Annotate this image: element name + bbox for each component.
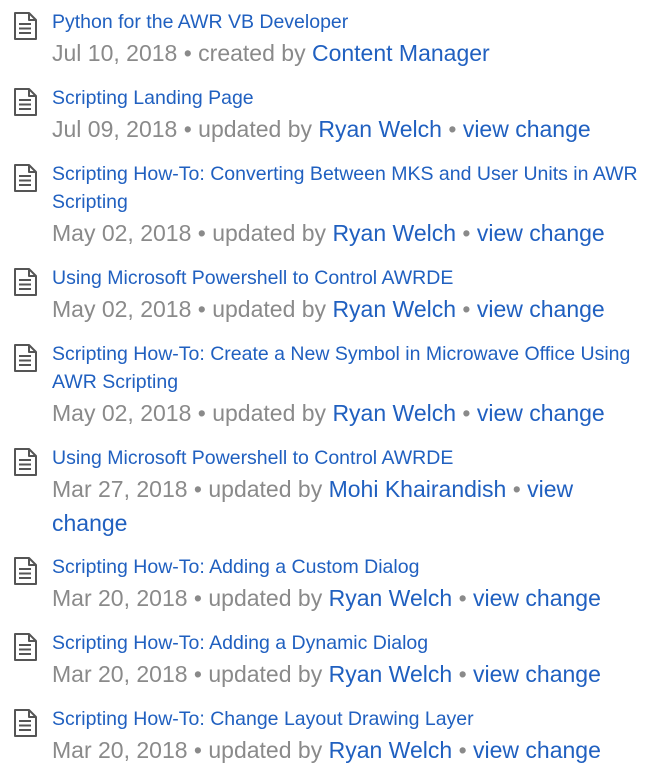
item-date: Jul 09, 2018 xyxy=(52,116,178,142)
separator: • xyxy=(458,737,467,763)
item-meta: Mar 20, 2018 • updated by Ryan Welch • v… xyxy=(52,733,651,767)
user-link[interactable]: Content Manager xyxy=(312,40,490,66)
user-link[interactable]: Ryan Welch xyxy=(329,661,453,687)
list-item: Using Microsoft Powershell to Control AW… xyxy=(0,444,651,540)
list-item: Scripting How-To: Create a New Symbol in… xyxy=(0,340,651,430)
item-meta: May 02, 2018 • updated by Ryan Welch • v… xyxy=(52,216,651,250)
list-item: Using Microsoft Powershell to Control AW… xyxy=(0,264,651,326)
item-meta: Jul 10, 2018 • created by Content Manage… xyxy=(52,36,651,70)
user-link[interactable]: Ryan Welch xyxy=(329,585,453,611)
separator: • xyxy=(462,400,471,426)
page-icon xyxy=(14,448,37,476)
user-link[interactable]: Ryan Welch xyxy=(332,296,456,322)
view-change-link[interactable]: view change xyxy=(477,296,605,322)
page-title-link[interactable]: Scripting How-To: Create a New Symbol in… xyxy=(52,340,651,396)
item-meta: May 02, 2018 • updated by Ryan Welch • v… xyxy=(52,292,651,326)
list-item: Scripting How-To: Adding a Custom Dialog… xyxy=(0,553,651,615)
user-link[interactable]: Ryan Welch xyxy=(332,400,456,426)
user-link[interactable]: Ryan Welch xyxy=(318,116,442,142)
page-title-link[interactable]: Using Microsoft Powershell to Control AW… xyxy=(52,264,651,292)
item-action: created by xyxy=(198,40,306,66)
item-meta: Mar 20, 2018 • updated by Ryan Welch • v… xyxy=(52,581,651,615)
item-action: updated by xyxy=(208,585,323,611)
item-date: Mar 20, 2018 xyxy=(52,585,188,611)
page-title-link[interactable]: Scripting How-To: Change Layout Drawing … xyxy=(52,705,651,733)
view-change-link[interactable]: view change xyxy=(477,220,605,246)
separator: • xyxy=(197,400,206,426)
separator: • xyxy=(512,476,521,502)
item-action: updated by xyxy=(198,116,312,142)
page-title-link[interactable]: Python for the AWR VB Developer xyxy=(52,8,651,36)
page-title-link[interactable]: Scripting Landing Page xyxy=(52,84,651,112)
item-action: updated by xyxy=(208,661,323,687)
page-icon xyxy=(14,12,37,40)
item-date: May 02, 2018 xyxy=(52,400,192,426)
page-title-link[interactable]: Using Microsoft Powershell to Control AW… xyxy=(52,444,651,472)
recent-updates-list: Python for the AWR VB Developer Jul 10, … xyxy=(0,0,651,767)
user-link[interactable]: Ryan Welch xyxy=(332,220,456,246)
separator: • xyxy=(462,220,471,246)
list-item: Scripting How-To: Adding a Dynamic Dialo… xyxy=(0,629,651,691)
page-icon xyxy=(14,164,37,192)
view-change-link[interactable]: view change xyxy=(477,400,605,426)
page-icon xyxy=(14,557,37,585)
separator: • xyxy=(193,737,202,763)
separator: • xyxy=(193,661,202,687)
view-change-link[interactable]: view change xyxy=(473,737,601,763)
view-change-link[interactable]: view change xyxy=(473,661,601,687)
user-link[interactable]: Mohi Khairandish xyxy=(329,476,507,502)
page-title-link[interactable]: Scripting How-To: Adding a Custom Dialog xyxy=(52,553,651,581)
separator: • xyxy=(448,116,457,142)
separator: • xyxy=(458,585,467,611)
item-action: updated by xyxy=(208,476,323,502)
view-change-link[interactable]: view change xyxy=(473,585,601,611)
separator: • xyxy=(183,40,192,66)
page-title-link[interactable]: Scripting How-To: Adding a Dynamic Dialo… xyxy=(52,629,651,657)
item-action: updated by xyxy=(212,296,327,322)
separator: • xyxy=(193,476,202,502)
page-icon xyxy=(14,88,37,116)
list-item: Scripting Landing Page Jul 09, 2018 • up… xyxy=(0,84,651,146)
page-title-link[interactable]: Scripting How-To: Converting Between MKS… xyxy=(52,160,651,216)
list-item: Scripting How-To: Converting Between MKS… xyxy=(0,160,651,250)
item-action: updated by xyxy=(212,220,327,246)
page-icon xyxy=(14,344,37,372)
view-change-link[interactable]: view change xyxy=(463,116,591,142)
separator: • xyxy=(197,296,206,322)
page-icon xyxy=(14,709,37,737)
item-date: Mar 20, 2018 xyxy=(52,661,188,687)
item-date: May 02, 2018 xyxy=(52,220,192,246)
list-item: Scripting How-To: Change Layout Drawing … xyxy=(0,705,651,767)
separator: • xyxy=(462,296,471,322)
separator: • xyxy=(197,220,206,246)
item-action: updated by xyxy=(208,737,323,763)
separator: • xyxy=(193,585,202,611)
separator: • xyxy=(458,661,467,687)
item-meta: Mar 27, 2018 • updated by Mohi Khairandi… xyxy=(52,472,651,540)
item-date: Mar 27, 2018 xyxy=(52,476,188,502)
item-date: Mar 20, 2018 xyxy=(52,737,188,763)
list-item: Python for the AWR VB Developer Jul 10, … xyxy=(0,8,651,70)
item-meta: Mar 20, 2018 • updated by Ryan Welch • v… xyxy=(52,657,651,691)
page-icon xyxy=(14,633,37,661)
item-meta: Jul 09, 2018 • updated by Ryan Welch • v… xyxy=(52,112,651,146)
item-meta: May 02, 2018 • updated by Ryan Welch • v… xyxy=(52,396,651,430)
item-date: Jul 10, 2018 xyxy=(52,40,178,66)
user-link[interactable]: Ryan Welch xyxy=(329,737,453,763)
item-action: updated by xyxy=(212,400,327,426)
item-date: May 02, 2018 xyxy=(52,296,192,322)
separator: • xyxy=(183,116,192,142)
page-icon xyxy=(14,268,37,296)
